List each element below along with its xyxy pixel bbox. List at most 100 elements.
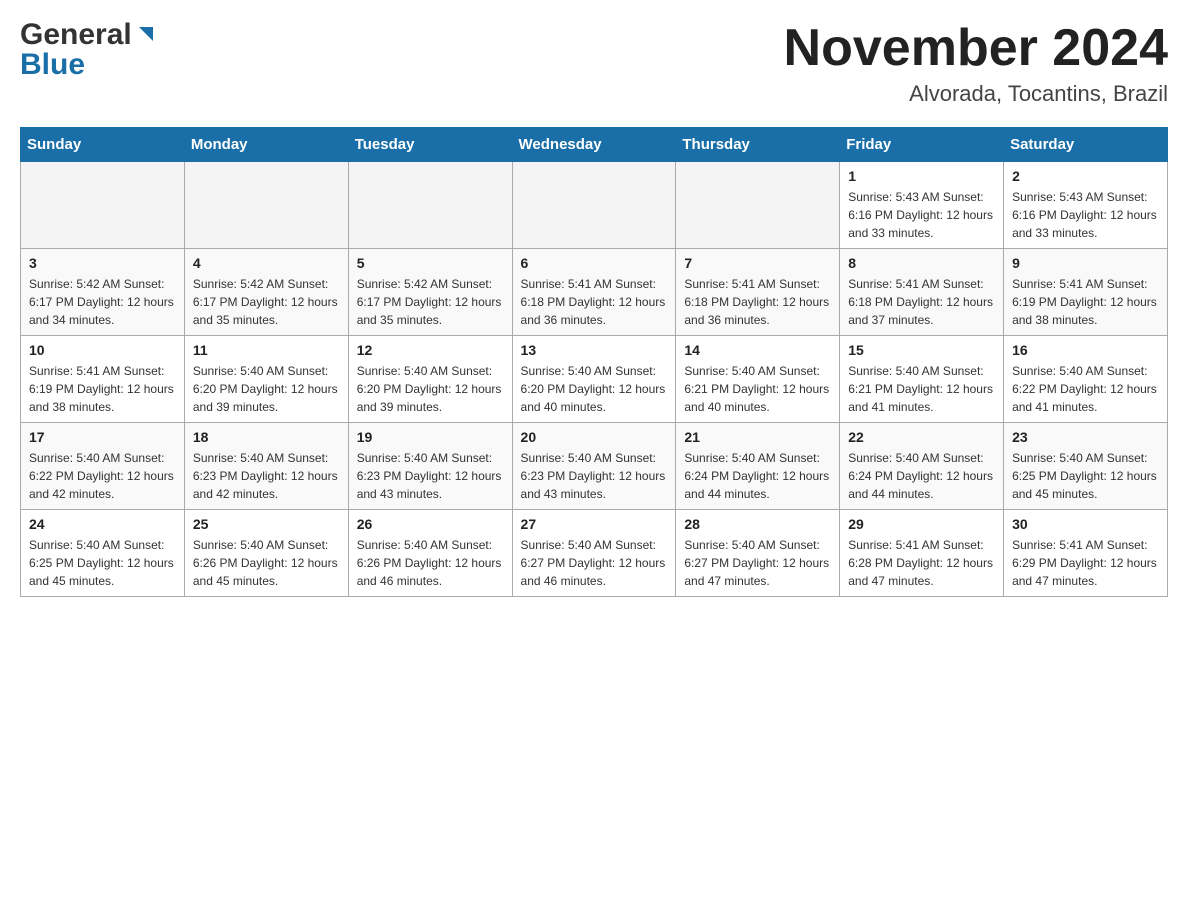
day-cell: 25 Sunrise: 5:40 AM Sunset: 6:26 PM Dayli… — [184, 510, 348, 597]
week-row-2: 3 Sunrise: 5:42 AM Sunset: 6:17 PM Daylig… — [21, 249, 1168, 336]
day-cell: 16 Sunrise: 5:40 AM Sunset: 6:22 PM Dayli… — [1004, 336, 1168, 423]
col-wednesday: Wednesday — [512, 128, 676, 162]
day-cell: 14Sunrise: 5:40 AM Sunset: 6:21 PM Dayli… — [676, 336, 840, 423]
day-cell: 17 Sunrise: 5:40 AM Sunset: 6:22 PM Dayli… — [21, 423, 185, 510]
day-number: 23 — [1012, 429, 1159, 445]
title-area: November 2024 Alvorada, Tocantins, Brazi… — [784, 20, 1168, 107]
calendar-header-row: Sunday Monday Tuesday Wednesday Thursday… — [21, 128, 1168, 162]
day-info: Sunrise: 5:40 AM Sunset: 6:22 PM Dayligh… — [29, 449, 176, 503]
day-info: Sunrise: 5:43 AM Sunset: 6:16 PM Dayligh… — [848, 188, 995, 242]
day-cell — [184, 162, 348, 249]
day-cell — [348, 162, 512, 249]
day-info: Sunrise: 5:40 AM Sunset: 6:21 PM Dayligh… — [684, 362, 831, 416]
day-info: Sunrise: 5:42 AM Sunset: 6:17 PM Dayligh… — [193, 275, 340, 329]
day-number: 19 — [357, 429, 504, 445]
month-title: November 2024 — [784, 20, 1168, 77]
day-cell: 23Sunrise: 5:40 AM Sunset: 6:25 PM Dayli… — [1004, 423, 1168, 510]
logo-arrow-icon — [135, 23, 157, 45]
day-number: 5 — [357, 255, 504, 271]
col-tuesday: Tuesday — [348, 128, 512, 162]
day-info: Sunrise: 5:42 AM Sunset: 6:17 PM Dayligh… — [357, 275, 504, 329]
day-cell: 26 Sunrise: 5:40 AM Sunset: 6:26 PM Dayli… — [348, 510, 512, 597]
day-number: 29 — [848, 516, 995, 532]
day-info: Sunrise: 5:41 AM Sunset: 6:18 PM Dayligh… — [521, 275, 668, 329]
logo-general: General — [20, 20, 157, 50]
day-number: 7 — [684, 255, 831, 271]
day-number: 28 — [684, 516, 831, 532]
day-number: 4 — [193, 255, 340, 271]
day-number: 8 — [848, 255, 995, 271]
day-number: 3 — [29, 255, 176, 271]
week-row-4: 17 Sunrise: 5:40 AM Sunset: 6:22 PM Dayli… — [21, 423, 1168, 510]
day-number: 2 — [1012, 168, 1159, 184]
logo-blue: Blue — [20, 50, 85, 80]
day-info: Sunrise: 5:40 AM Sunset: 6:24 PM Dayligh… — [684, 449, 831, 503]
day-info: Sunrise: 5:40 AM Sunset: 6:20 PM Dayligh… — [193, 362, 340, 416]
day-info: Sunrise: 5:40 AM Sunset: 6:26 PM Dayligh… — [193, 536, 340, 590]
day-number: 17 — [29, 429, 176, 445]
day-cell: 7 Sunrise: 5:41 AM Sunset: 6:18 PM Daylig… — [676, 249, 840, 336]
day-info: Sunrise: 5:40 AM Sunset: 6:27 PM Dayligh… — [684, 536, 831, 590]
day-info: Sunrise: 5:40 AM Sunset: 6:23 PM Dayligh… — [521, 449, 668, 503]
day-number: 26 — [357, 516, 504, 532]
col-saturday: Saturday — [1004, 128, 1168, 162]
day-cell: 24Sunrise: 5:40 AM Sunset: 6:25 PM Dayli… — [21, 510, 185, 597]
day-cell: 30 Sunrise: 5:41 AM Sunset: 6:29 PM Dayli… — [1004, 510, 1168, 597]
col-thursday: Thursday — [676, 128, 840, 162]
day-number: 10 — [29, 342, 176, 358]
day-number: 13 — [521, 342, 668, 358]
day-number: 24 — [29, 516, 176, 532]
day-cell: 3 Sunrise: 5:42 AM Sunset: 6:17 PM Daylig… — [21, 249, 185, 336]
day-cell: 27 Sunrise: 5:40 AM Sunset: 6:27 PM Dayli… — [512, 510, 676, 597]
day-info: Sunrise: 5:43 AM Sunset: 6:16 PM Dayligh… — [1012, 188, 1159, 242]
day-number: 11 — [193, 342, 340, 358]
day-number: 30 — [1012, 516, 1159, 532]
day-info: Sunrise: 5:41 AM Sunset: 6:28 PM Dayligh… — [848, 536, 995, 590]
day-info: Sunrise: 5:40 AM Sunset: 6:23 PM Dayligh… — [357, 449, 504, 503]
day-info: Sunrise: 5:40 AM Sunset: 6:24 PM Dayligh… — [848, 449, 995, 503]
day-number: 6 — [521, 255, 668, 271]
day-info: Sunrise: 5:40 AM Sunset: 6:26 PM Dayligh… — [357, 536, 504, 590]
day-number: 20 — [521, 429, 668, 445]
day-info: Sunrise: 5:41 AM Sunset: 6:19 PM Dayligh… — [1012, 275, 1159, 329]
location: Alvorada, Tocantins, Brazil — [784, 81, 1168, 107]
day-cell: 18Sunrise: 5:40 AM Sunset: 6:23 PM Dayli… — [184, 423, 348, 510]
day-number: 21 — [684, 429, 831, 445]
day-cell: 1Sunrise: 5:43 AM Sunset: 6:16 PM Daylig… — [840, 162, 1004, 249]
day-cell: 8 Sunrise: 5:41 AM Sunset: 6:18 PM Daylig… — [840, 249, 1004, 336]
day-number: 18 — [193, 429, 340, 445]
week-row-5: 24Sunrise: 5:40 AM Sunset: 6:25 PM Dayli… — [21, 510, 1168, 597]
day-info: Sunrise: 5:42 AM Sunset: 6:17 PM Dayligh… — [29, 275, 176, 329]
day-cell: 11 Sunrise: 5:40 AM Sunset: 6:20 PM Dayli… — [184, 336, 348, 423]
day-number: 15 — [848, 342, 995, 358]
day-info: Sunrise: 5:41 AM Sunset: 6:19 PM Dayligh… — [29, 362, 176, 416]
day-info: Sunrise: 5:40 AM Sunset: 6:21 PM Dayligh… — [848, 362, 995, 416]
day-cell: 4 Sunrise: 5:42 AM Sunset: 6:17 PM Daylig… — [184, 249, 348, 336]
day-cell: 15 Sunrise: 5:40 AM Sunset: 6:21 PM Dayli… — [840, 336, 1004, 423]
day-number: 12 — [357, 342, 504, 358]
day-info: Sunrise: 5:41 AM Sunset: 6:29 PM Dayligh… — [1012, 536, 1159, 590]
col-monday: Monday — [184, 128, 348, 162]
day-cell: 29 Sunrise: 5:41 AM Sunset: 6:28 PM Dayli… — [840, 510, 1004, 597]
day-cell — [21, 162, 185, 249]
day-number: 9 — [1012, 255, 1159, 271]
day-number: 25 — [193, 516, 340, 532]
logo: General Blue — [20, 20, 157, 80]
day-info: Sunrise: 5:40 AM Sunset: 6:27 PM Dayligh… — [521, 536, 668, 590]
day-number: 27 — [521, 516, 668, 532]
day-info: Sunrise: 5:41 AM Sunset: 6:18 PM Dayligh… — [848, 275, 995, 329]
day-cell: 2 Sunrise: 5:43 AM Sunset: 6:16 PM Daylig… — [1004, 162, 1168, 249]
week-row-3: 10 Sunrise: 5:41 AM Sunset: 6:19 PM Dayli… — [21, 336, 1168, 423]
day-number: 16 — [1012, 342, 1159, 358]
col-friday: Friday — [840, 128, 1004, 162]
day-info: Sunrise: 5:41 AM Sunset: 6:18 PM Dayligh… — [684, 275, 831, 329]
day-cell: 28 Sunrise: 5:40 AM Sunset: 6:27 PM Dayli… — [676, 510, 840, 597]
day-info: Sunrise: 5:40 AM Sunset: 6:22 PM Dayligh… — [1012, 362, 1159, 416]
day-cell: 12 Sunrise: 5:40 AM Sunset: 6:20 PM Dayli… — [348, 336, 512, 423]
day-cell: 10 Sunrise: 5:41 AM Sunset: 6:19 PM Dayli… — [21, 336, 185, 423]
day-info: Sunrise: 5:40 AM Sunset: 6:20 PM Dayligh… — [357, 362, 504, 416]
day-cell: 6 Sunrise: 5:41 AM Sunset: 6:18 PM Daylig… — [512, 249, 676, 336]
day-cell — [676, 162, 840, 249]
page-header: General Blue November 2024 Alvorada, Toc… — [20, 20, 1168, 107]
week-row-1: 1Sunrise: 5:43 AM Sunset: 6:16 PM Daylig… — [21, 162, 1168, 249]
